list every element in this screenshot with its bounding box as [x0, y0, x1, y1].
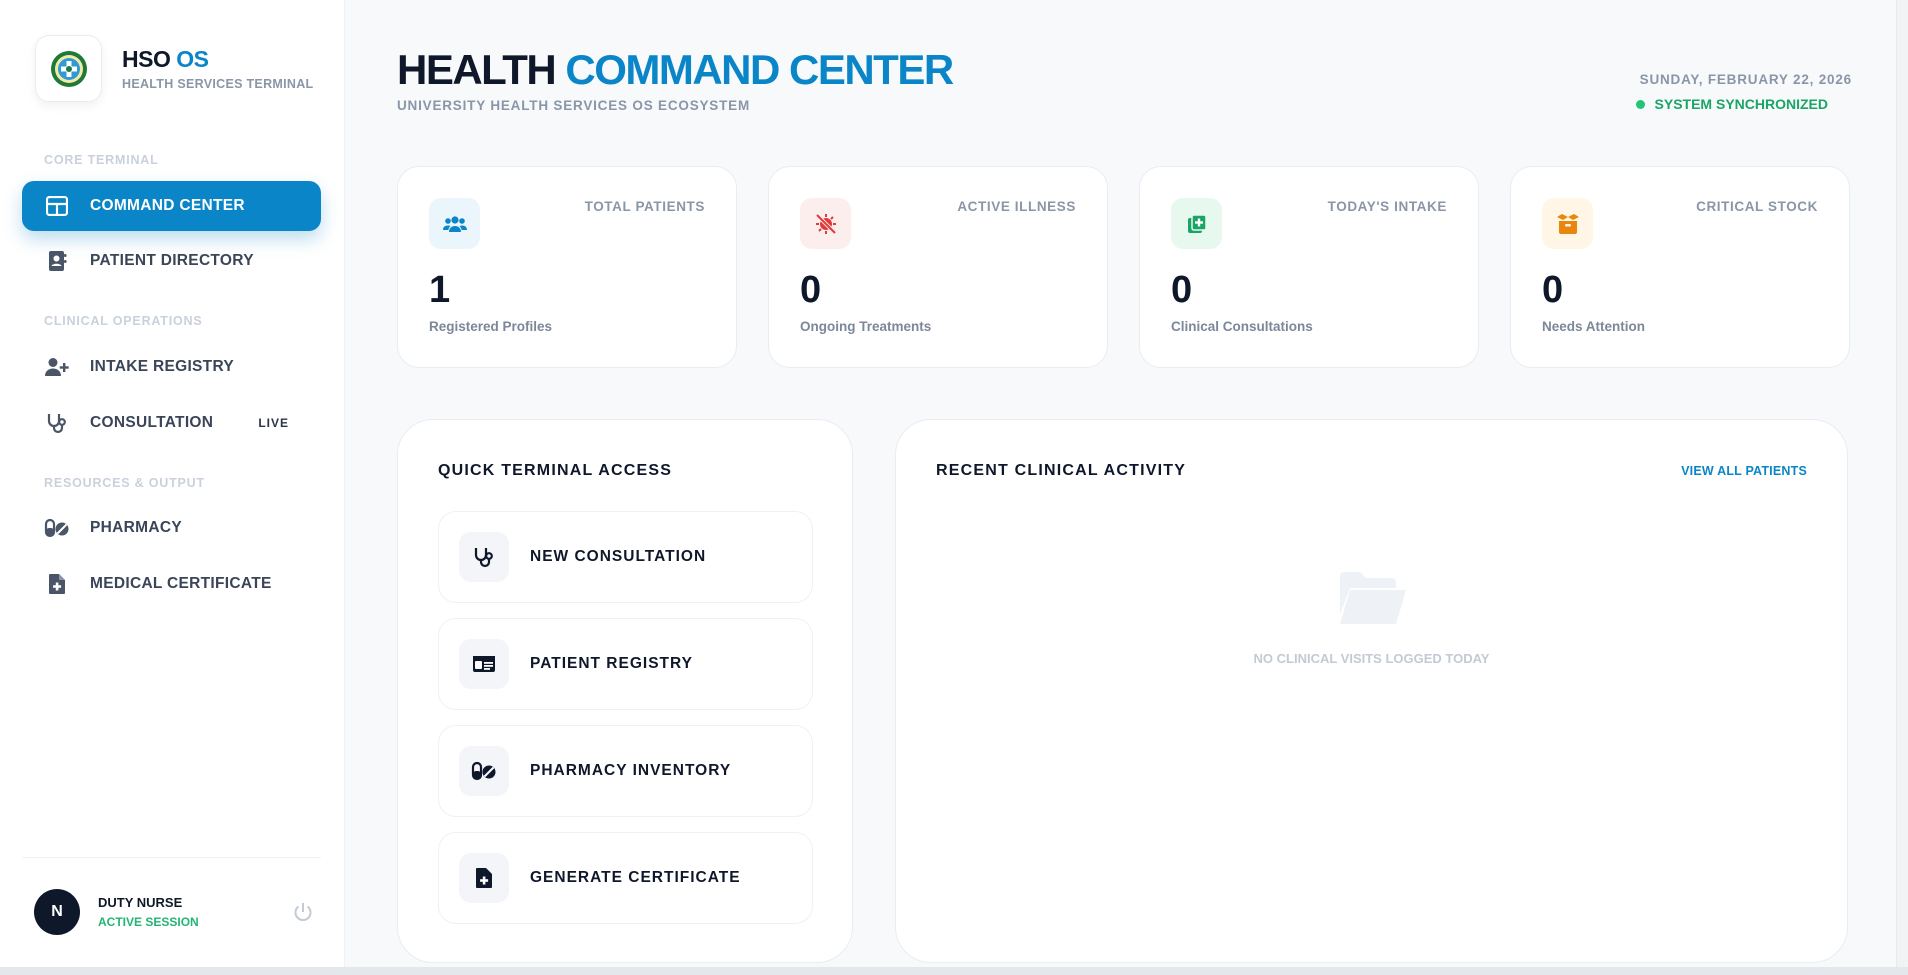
page-title: HEALTH COMMAND CENTER	[397, 46, 954, 93]
sidebar-item-intake-registry[interactable]: INTAKE REGISTRY	[22, 342, 321, 392]
nav-section-core: CORE TERMINAL	[44, 153, 159, 167]
new-consultation-button[interactable]: NEW CONSULTATION	[438, 511, 813, 603]
stat-description: Needs Attention	[1542, 319, 1646, 334]
current-date: SUNDAY, FEBRUARY 22, 2026	[1639, 72, 1852, 87]
app-window: HSO OS HEALTH SERVICES TERMINAL CORE TER…	[0, 0, 1908, 967]
quick-action-label: NEW CONSULTATION	[530, 548, 707, 565]
stat-card-todays-intake[interactable]: TODAY'S INTAKE 0 Clinical Consultations	[1139, 166, 1479, 368]
stethoscope-icon	[459, 532, 509, 582]
user-plus-icon	[44, 354, 70, 380]
sidebar-item-pharmacy[interactable]: PHARMACY	[22, 503, 321, 553]
sidebar-item-label: PHARMACY	[90, 519, 182, 536]
stat-card-critical-stock[interactable]: CRITICAL STOCK 0 Needs Attention	[1510, 166, 1850, 368]
stat-value: 0	[1171, 269, 1193, 311]
patient-registry-button[interactable]: PATIENT REGISTRY	[438, 618, 813, 710]
nav-section-clinical: CLINICAL OPERATIONS	[44, 314, 203, 328]
page-subtitle: UNIVERSITY HEALTH SERVICES OS ECOSYSTEM	[397, 98, 751, 113]
generate-certificate-button[interactable]: GENERATE CERTIFICATE	[438, 832, 813, 924]
stat-value: 1	[429, 269, 451, 311]
recent-activity-title: RECENT CLINICAL ACTIVITY	[936, 462, 1187, 479]
users-icon	[429, 198, 480, 249]
sidebar: HSO OS HEALTH SERVICES TERMINAL CORE TER…	[0, 0, 345, 967]
sidebar-divider	[22, 857, 321, 858]
brand[interactable]: HSO OS HEALTH SERVICES TERMINAL	[35, 35, 313, 102]
id-card-icon	[459, 639, 509, 689]
nav-section-resources: RESOURCES & OUTPUT	[44, 476, 205, 490]
main-content: HEALTH COMMAND CENTER UNIVERSITY HEALTH …	[345, 0, 1908, 967]
stat-description: Registered Profiles	[429, 319, 553, 334]
sidebar-item-label: COMMAND CENTER	[90, 197, 245, 214]
sidebar-item-consultation[interactable]: CONSULTATION LIVE	[22, 398, 321, 448]
brand-title: HSO OS	[122, 46, 209, 72]
stat-label: TODAY'S INTAKE	[1327, 199, 1447, 214]
sync-status: SYSTEM SYNCHRONIZED	[1635, 96, 1828, 112]
folder-open-icon	[896, 570, 1847, 631]
sidebar-item-label: MEDICAL CERTIFICATE	[90, 575, 272, 592]
view-all-patients-link[interactable]: VIEW ALL PATIENTS	[1681, 464, 1807, 478]
stat-card-total-patients[interactable]: TOTAL PATIENTS 1 Registered Profiles	[397, 166, 737, 368]
sidebar-item-command-center[interactable]: COMMAND CENTER	[22, 181, 321, 231]
sidebar-item-label: CONSULTATION	[90, 414, 214, 431]
vertical-scrollbar[interactable]	[1896, 0, 1908, 967]
live-badge: LIVE	[258, 416, 289, 430]
avatar[interactable]: N	[34, 889, 80, 935]
stethoscope-icon	[44, 410, 70, 436]
quick-action-label: PATIENT REGISTRY	[530, 655, 693, 672]
box-open-icon	[1542, 198, 1593, 249]
stat-label: CRITICAL STOCK	[1696, 199, 1818, 214]
sidebar-item-label: PATIENT DIRECTORY	[90, 252, 254, 269]
add-files-icon	[1171, 198, 1222, 249]
pills-icon	[459, 746, 509, 796]
user-profile: N DUTY NURSE ACTIVE SESSION	[34, 889, 314, 935]
pharmacy-inventory-button[interactable]: PHARMACY INVENTORY	[438, 725, 813, 817]
stat-description: Clinical Consultations	[1171, 319, 1313, 334]
horizontal-scrollbar[interactable]	[0, 967, 1908, 975]
medical-file-icon	[459, 853, 509, 903]
medical-file-icon	[44, 571, 70, 597]
status-dot-icon	[1635, 99, 1645, 109]
empty-state: NO CLINICAL VISITS LOGGED TODAY	[896, 570, 1847, 666]
quick-access-title: QUICK TERMINAL ACCESS	[438, 462, 673, 479]
quick-action-label: GENERATE CERTIFICATE	[530, 869, 741, 886]
empty-state-text: NO CLINICAL VISITS LOGGED TODAY	[1253, 651, 1490, 666]
university-seal-logo	[35, 35, 102, 102]
user-status: ACTIVE SESSION	[98, 915, 199, 929]
quick-access-panel: QUICK TERMINAL ACCESS NEW CONSULTATION P…	[397, 419, 853, 963]
stat-label: ACTIVE ILLNESS	[957, 199, 1076, 214]
user-name: DUTY NURSE	[98, 895, 183, 910]
stat-card-active-illness[interactable]: ACTIVE ILLNESS 0 Ongoing Treatments	[768, 166, 1108, 368]
contact-book-icon	[44, 248, 70, 274]
stat-value: 0	[800, 269, 822, 311]
stat-label: TOTAL PATIENTS	[584, 199, 705, 214]
recent-activity-panel: RECENT CLINICAL ACTIVITY VIEW ALL PATIEN…	[895, 419, 1848, 963]
sidebar-item-medical-certificate[interactable]: MEDICAL CERTIFICATE	[22, 559, 321, 609]
quick-action-label: PHARMACY INVENTORY	[530, 762, 732, 779]
power-logout-icon[interactable]	[292, 901, 314, 928]
sidebar-item-label: INTAKE REGISTRY	[90, 358, 235, 375]
brand-subtitle: HEALTH SERVICES TERMINAL	[122, 77, 314, 91]
dashboard-grid-icon	[44, 193, 70, 219]
stat-description: Ongoing Treatments	[800, 319, 932, 334]
sidebar-item-patient-directory[interactable]: PATIENT DIRECTORY	[22, 236, 321, 286]
virus-slash-icon	[800, 198, 851, 249]
stat-value: 0	[1542, 269, 1564, 311]
pills-icon	[44, 515, 70, 541]
